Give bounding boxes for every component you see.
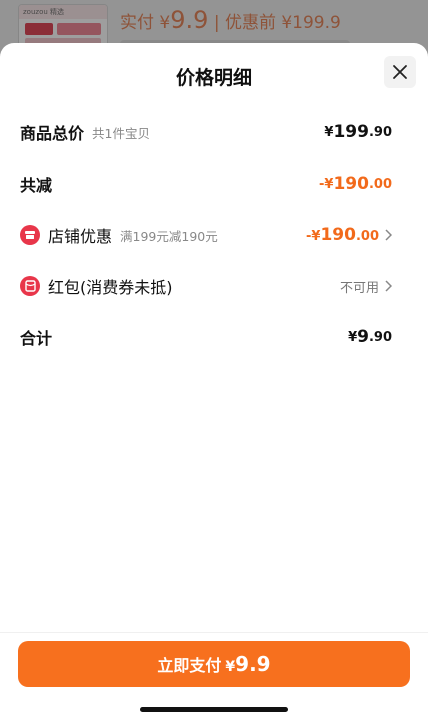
total-sum-label: 合计	[20, 329, 53, 348]
total-sum-dec: .90	[368, 329, 392, 345]
total-price-yen: ¥	[324, 124, 334, 140]
store-discount-rule: 满199元减190元	[120, 228, 218, 244]
close-icon	[393, 65, 407, 79]
red-packet-value: 不可用	[340, 277, 392, 296]
sheet-title: 价格明细	[175, 67, 252, 89]
chevron-right-icon	[384, 229, 392, 241]
chevron-right-icon	[384, 280, 392, 292]
row-total-sum: 合计 ¥9.90	[20, 322, 392, 352]
store-discount-value: -¥190.00	[306, 225, 392, 245]
store-discount-int: 190	[320, 225, 356, 245]
pay-now-label: 立即支付	[157, 656, 222, 675]
close-button[interactable]	[384, 56, 416, 88]
total-discount-int: 190	[333, 174, 369, 194]
store-discount-amount: -¥190.00	[306, 225, 379, 245]
footer-divider	[0, 632, 428, 633]
row-store-discount[interactable]: 店铺优惠 满199元减190元 -¥190.00	[20, 220, 392, 250]
total-sum-amount: ¥9.90	[348, 327, 392, 347]
pay-now-amount: ¥9.9	[225, 652, 270, 676]
total-price-int: 199	[333, 122, 369, 142]
row-total-price: 商品总价 共1件宝贝 ¥199.90	[20, 117, 392, 147]
red-packet-icon	[20, 276, 40, 296]
red-packet-label: 红包(消费券未抵)	[48, 278, 173, 297]
row-red-packet[interactable]: 红包(消费券未抵) 不可用	[20, 271, 392, 301]
pay-now-button[interactable]: 立即支付 ¥9.9	[18, 641, 410, 687]
store-discount-label: 店铺优惠	[48, 227, 113, 246]
total-discount-label: 共减	[20, 176, 53, 195]
total-price-label: 商品总价	[20, 124, 85, 143]
pay-now-value: 9.9	[235, 652, 271, 676]
total-sum-yen: ¥	[348, 329, 358, 345]
store-discount-yen: -¥	[306, 229, 321, 244]
row-total-discount: 共减 -¥ 190.00	[20, 169, 392, 199]
home-indicator[interactable]	[140, 707, 288, 712]
price-detail-sheet: 价格明细 商品总价 共1件宝贝 ¥199.90 共减 -¥ 190.00 店铺优惠…	[0, 43, 428, 720]
store-icon	[20, 225, 40, 245]
store-discount-dec: .00	[355, 229, 379, 244]
pay-now-yen: ¥	[225, 659, 236, 675]
total-price-dec: .90	[368, 124, 392, 140]
total-discount-amount: -¥ 190.00	[319, 174, 392, 194]
total-sum-int: 9	[357, 327, 369, 347]
total-discount-dec: .00	[368, 176, 392, 192]
red-packet-status: 不可用	[339, 280, 379, 296]
total-discount-yen: -¥	[319, 176, 334, 192]
total-price-amount: ¥199.90	[324, 122, 392, 142]
total-price-count: 共1件宝贝	[92, 125, 150, 141]
